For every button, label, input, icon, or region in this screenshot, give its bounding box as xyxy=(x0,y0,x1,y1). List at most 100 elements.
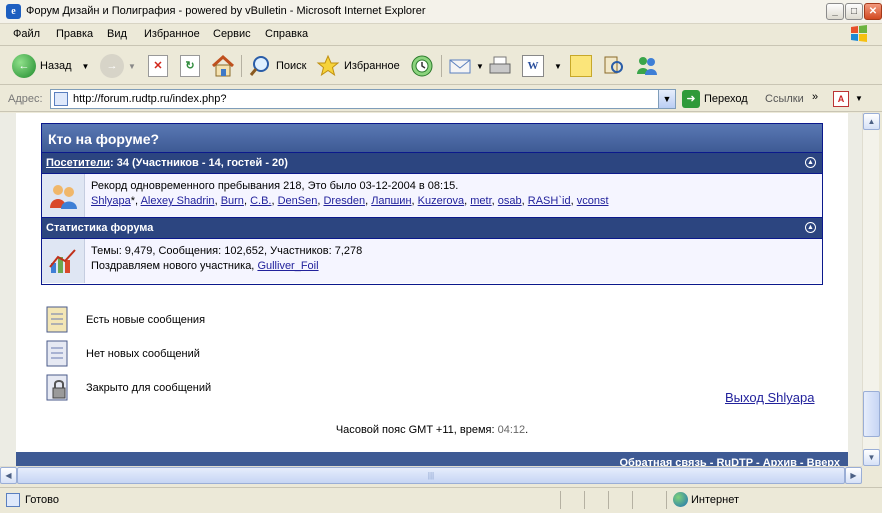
edit-button[interactable]: W ▼ xyxy=(522,52,562,80)
online-user-link[interactable]: Dresden xyxy=(323,195,365,207)
word-icon: W xyxy=(522,55,544,77)
printer-icon xyxy=(489,56,511,74)
online-user-link[interactable]: Alexey Shadrin xyxy=(141,195,215,207)
research-button[interactable] xyxy=(602,52,626,80)
mail-icon xyxy=(449,59,471,74)
whos-online-box: Кто на форуме? Посетители: 34 (Участнико… xyxy=(41,123,823,285)
menu-favorites[interactable]: Избранное xyxy=(144,28,200,40)
go-button[interactable]: ➜ Переход xyxy=(682,90,748,108)
back-dropdown-icon[interactable]: ▼ xyxy=(82,62,90,71)
zone-text: Интернет xyxy=(691,494,739,506)
stats-row: Темы: 9,479, Сообщения: 102,652, Участни… xyxy=(42,239,822,283)
history-button[interactable] xyxy=(410,52,434,80)
mail-dropdown-icon[interactable]: ▼ xyxy=(476,62,484,71)
stats-details: Темы: 9,479, Сообщения: 102,652, Участни… xyxy=(85,239,822,283)
online-user-link[interactable]: vconst xyxy=(577,195,609,207)
search-icon xyxy=(249,56,269,76)
maximize-button[interactable]: □ xyxy=(845,3,863,20)
scroll-up-button[interactable]: ▲ xyxy=(863,113,880,130)
stats-chart-icon xyxy=(49,249,76,273)
refresh-button[interactable]: ↻ xyxy=(180,52,200,80)
footer-links[interactable]: Обратная связь - RuDTP - Архив - Вверх xyxy=(619,457,840,466)
links-chevron-icon[interactable]: » xyxy=(812,91,818,103)
internet-zone-icon xyxy=(673,492,688,507)
close-button[interactable]: ✕ xyxy=(864,3,882,20)
users-icon-cell xyxy=(42,174,85,217)
address-dropdown-icon[interactable]: ▼ xyxy=(658,90,675,108)
collapse-stats-icon[interactable]: ▲ xyxy=(805,222,816,233)
acrobat-dropdown-icon[interactable]: ▼ xyxy=(855,94,863,103)
stop-icon: ✕ xyxy=(148,55,168,77)
home-icon xyxy=(211,54,235,77)
acrobat-icon[interactable]: A xyxy=(833,91,849,107)
page-status-icon xyxy=(6,493,20,507)
welcome-line: Поздравляем нового участника, Gulliver_F… xyxy=(91,259,816,274)
edit-dropdown-icon[interactable]: ▼ xyxy=(554,62,562,71)
lock-icon xyxy=(46,374,68,401)
visitors-row: Рекорд одновременного пребывания 218, Эт… xyxy=(42,174,822,218)
current-time: 04:12 xyxy=(497,424,526,436)
newest-member-link[interactable]: Gulliver_Foil xyxy=(257,260,318,272)
search-button[interactable]: Поиск xyxy=(248,52,306,80)
scroll-down-button[interactable]: ▼ xyxy=(863,449,880,466)
menu-tools[interactable]: Сервис xyxy=(213,28,251,40)
logout-link[interactable]: Выход Shlyapa xyxy=(725,390,815,405)
links-label[interactable]: Ссылки xyxy=(765,93,804,105)
online-user-link[interactable]: Kuzerova xyxy=(418,195,464,207)
online-user-link[interactable]: Shlyapa xyxy=(91,195,131,207)
online-user-link[interactable]: DenSen xyxy=(278,195,318,207)
page-icon xyxy=(54,92,68,106)
online-user-link[interactable]: metr xyxy=(470,195,491,207)
vertical-scroll-thumb[interactable] xyxy=(863,391,880,437)
menu-edit[interactable]: Правка xyxy=(56,28,93,40)
visitors-details: Рекорд одновременного пребывания 218, Эт… xyxy=(85,174,822,217)
menu-file[interactable]: Файл xyxy=(13,28,40,40)
forward-button[interactable]: → ▼ xyxy=(100,52,136,80)
menu-view[interactable]: Вид xyxy=(107,28,127,40)
horizontal-scrollbar[interactable]: ◀ ||| ▶ xyxy=(0,466,862,484)
online-users-list: Shlyapa*, Alexey Shadrin, Burn, C.B., De… xyxy=(91,195,609,207)
scroll-left-button[interactable]: ◀ xyxy=(0,467,17,484)
menu-help[interactable]: Справка xyxy=(265,28,308,40)
new-posts-icon xyxy=(46,306,68,333)
stop-button[interactable]: ✕ xyxy=(148,52,168,80)
messenger-button[interactable] xyxy=(634,52,660,80)
online-user-link[interactable]: osab xyxy=(498,195,522,207)
content-viewport: Кто на форуме? Посетители: 34 (Участнико… xyxy=(0,113,862,466)
online-user-link[interactable]: Лапшин xyxy=(371,195,411,207)
address-url: http://forum.rudtp.ru/index.php? xyxy=(73,93,227,105)
back-label: Назад xyxy=(40,60,72,72)
vertical-scrollbar[interactable]: ▲ ▼ xyxy=(862,113,880,466)
back-button[interactable]: ← Назад ▼ xyxy=(12,52,89,80)
print-button[interactable] xyxy=(488,52,512,80)
timezone-line: Часовой пояс GMT +11, время: 04:12. xyxy=(16,424,848,436)
visitors-link[interactable]: Посетители xyxy=(46,157,110,169)
note-icon xyxy=(570,55,592,77)
forward-dropdown-icon[interactable]: ▼ xyxy=(128,62,136,71)
refresh-icon: ↻ xyxy=(180,55,200,77)
user-marker: * xyxy=(130,195,136,207)
online-user-link[interactable]: C.B. xyxy=(250,195,271,207)
title-bar: e Форум Дизайн и Полиграфия - powered by… xyxy=(0,0,882,24)
status-bar: Готово Интернет xyxy=(0,487,882,513)
windows-logo-icon xyxy=(851,25,867,42)
online-user-link[interactable]: RASH`id xyxy=(528,195,571,207)
forward-arrow-icon: → xyxy=(100,54,124,78)
home-button[interactable] xyxy=(210,52,236,80)
address-bar: Адрес: http://forum.rudtp.ru/index.php? … xyxy=(0,86,882,112)
address-label: Адрес: xyxy=(8,93,43,105)
status-text: Готово xyxy=(25,494,59,506)
online-record: Рекорд одновременного пребывания 218, Эт… xyxy=(91,180,459,192)
discuss-button[interactable] xyxy=(570,52,592,80)
scroll-right-button[interactable]: ▶ xyxy=(845,467,862,484)
menu-bar: Файл Правка Вид Избранное Сервис Справка xyxy=(0,24,882,46)
minimize-button[interactable]: _ xyxy=(826,3,844,20)
forum-page: Кто на форуме? Посетители: 34 (Участнико… xyxy=(16,113,848,466)
favorites-button[interactable]: Избранное xyxy=(316,52,400,80)
mail-button[interactable]: ▼ xyxy=(448,52,484,80)
scrollbar-corner xyxy=(862,466,879,483)
horizontal-scroll-thumb[interactable]: ||| xyxy=(17,467,845,484)
online-user-link[interactable]: Burn xyxy=(221,195,244,207)
collapse-visitors-icon[interactable]: ▲ xyxy=(805,157,816,168)
address-input[interactable]: http://forum.rudtp.ru/index.php? ▼ xyxy=(50,89,676,109)
